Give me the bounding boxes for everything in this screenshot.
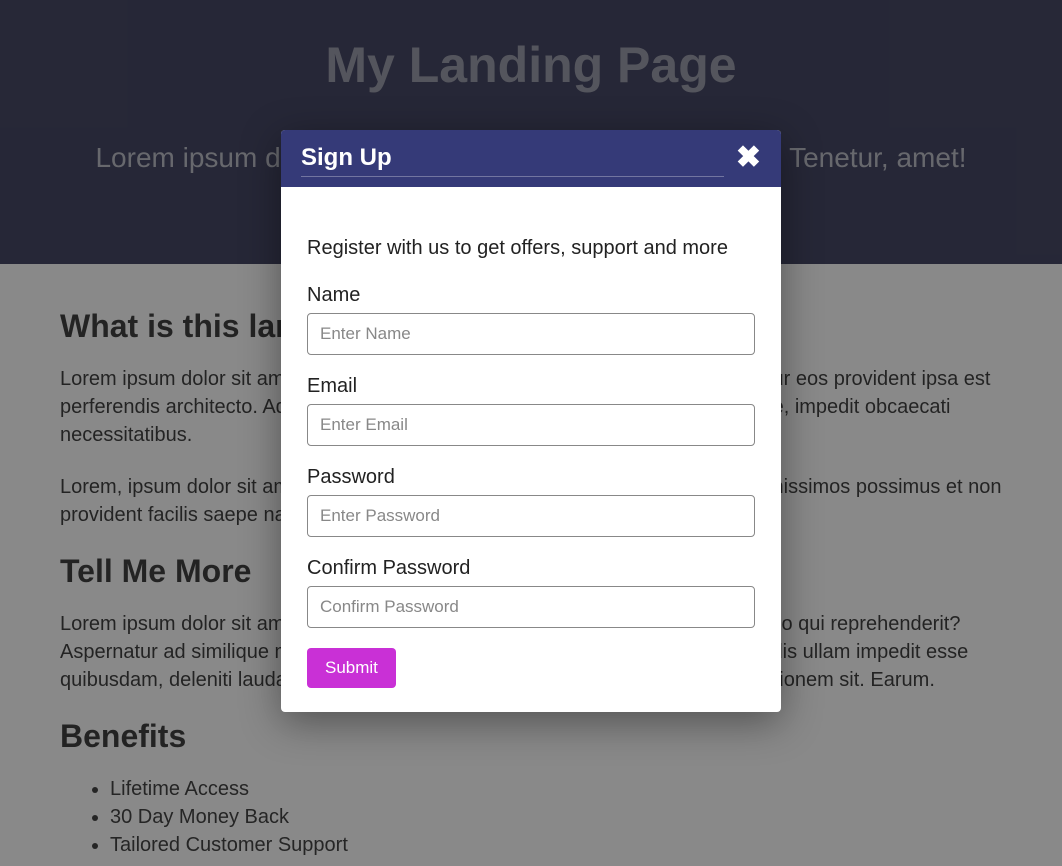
signup-modal: Sign Up ✖ Register with us to get offers…	[281, 130, 781, 712]
modal-header: Sign Up ✖	[281, 130, 781, 187]
close-icon[interactable]: ✖	[736, 143, 761, 173]
email-field[interactable]	[307, 404, 755, 446]
modal-body: Register with us to get offers, support …	[281, 187, 781, 712]
password-field[interactable]	[307, 495, 755, 537]
modal-title: Sign Up	[301, 144, 724, 177]
submit-button[interactable]: Submit	[307, 648, 396, 688]
modal-intro: Register with us to get offers, support …	[307, 237, 755, 260]
email-label: Email	[307, 375, 755, 398]
password-label: Password	[307, 466, 755, 489]
confirm-password-label: Confirm Password	[307, 557, 755, 580]
name-field[interactable]	[307, 313, 755, 355]
modal-overlay[interactable]: Sign Up ✖ Register with us to get offers…	[0, 0, 1062, 866]
name-label: Name	[307, 284, 755, 307]
confirm-password-field[interactable]	[307, 586, 755, 628]
